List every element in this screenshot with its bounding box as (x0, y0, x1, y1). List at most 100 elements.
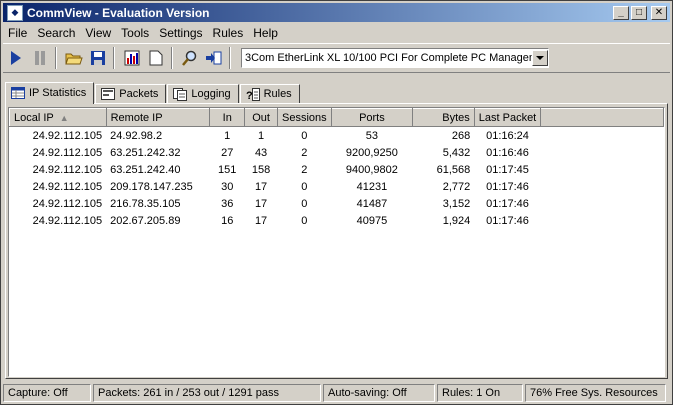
search-button[interactable] (179, 47, 201, 69)
column-header-remote-ip[interactable]: Remote IP (105, 108, 211, 127)
cell-remote-ip: 63.251.242.40 (110, 163, 181, 176)
rules-icon: ? (246, 87, 260, 101)
menu-bar: File Search View Tools Settings Rules He… (3, 23, 283, 42)
close-button[interactable]: ✕ (651, 5, 667, 20)
cell-local-ip: 24.92.112.105 (32, 197, 103, 210)
cell-sessions: 2 (301, 146, 308, 159)
status-packets: Packets: 261 in / 253 out / 1291 pass (93, 384, 321, 402)
adapter-select-value: 3Com EtherLink XL 10/100 PCI For Complet… (245, 52, 532, 64)
column-header-filler (540, 108, 664, 127)
cell-last-packet: 01:17:46 (486, 180, 529, 193)
maximize-button[interactable]: □ (631, 5, 647, 20)
minimize-button[interactable]: _ (613, 5, 629, 20)
export-button[interactable] (203, 47, 225, 69)
cell-bytes: 268 (451, 129, 471, 142)
cell-in: 16 (221, 214, 234, 227)
search-icon (182, 50, 197, 66)
menu-rules[interactable]: Rules (208, 26, 249, 40)
column-header-out[interactable]: Out (244, 108, 278, 127)
cell-local-ip: 24.92.112.105 (32, 146, 103, 159)
cell-remote-ip: 216.78.35.105 (110, 197, 181, 210)
menu-tools[interactable]: Tools (116, 26, 154, 40)
svg-text:?: ? (246, 90, 253, 101)
column-header-local-ip[interactable]: Local IP ▲ (9, 108, 107, 127)
menu-search[interactable]: Search (32, 26, 80, 40)
adapter-dropdown-button[interactable] (532, 50, 548, 66)
app-icon[interactable]: ◆ (7, 4, 23, 21)
status-capture: Capture: Off (3, 384, 91, 402)
cell-last-packet: 01:16:24 (486, 129, 529, 142)
cell-local-ip: 24.92.112.105 (32, 180, 103, 193)
new-window-button[interactable] (145, 47, 167, 69)
cell-in: 36 (221, 197, 234, 210)
open-button[interactable] (63, 47, 85, 69)
column-header-sessions[interactable]: Sessions (277, 108, 332, 127)
cell-out: 17 (254, 214, 268, 227)
column-header-bytes[interactable]: Bytes (412, 108, 475, 127)
cell-bytes: 61,568 (436, 163, 471, 176)
cell-ports: 53 (365, 129, 379, 142)
toolbar-separator (55, 47, 57, 69)
status-rules: Rules: 1 On (437, 384, 523, 402)
tab-packets[interactable]: Packets (95, 84, 167, 103)
cell-bytes: 3,152 (442, 197, 471, 210)
start-capture-icon (11, 51, 21, 65)
toolbar-separator (229, 47, 231, 69)
column-header-ports[interactable]: Ports (330, 108, 414, 127)
close-icon: ✕ (654, 7, 664, 18)
open-icon (65, 53, 83, 65)
adapter-select[interactable]: 3Com EtherLink XL 10/100 PCI For Complet… (241, 48, 549, 68)
cell-in: 27 (221, 146, 234, 159)
toolbar: 3Com EtherLink XL 10/100 PCI For Complet… (3, 43, 670, 73)
table-row[interactable]: 24.92.112.105 216.78.35.105 36 17 0 4148… (10, 195, 664, 212)
cell-sessions: 0 (301, 197, 308, 210)
cell-remote-ip: 209.178.147.235 (110, 180, 193, 193)
save-icon (91, 51, 105, 65)
title-bar[interactable]: ◆ CommView - Evaluation Version _ □ ✕ (3, 3, 670, 22)
pause-capture-button[interactable] (29, 47, 51, 69)
menu-help[interactable]: Help (248, 26, 283, 40)
cell-in: 1 (224, 129, 231, 142)
statistics-button[interactable] (121, 47, 143, 69)
menu-settings[interactable]: Settings (154, 26, 207, 40)
export-icon (206, 51, 222, 65)
table-row[interactable]: 24.92.112.105 24.92.98.2 1 1 0 53 268 01… (10, 127, 664, 145)
table-row[interactable]: 24.92.112.105 202.67.205.89 16 17 0 4097… (10, 212, 664, 229)
cell-last-packet: 01:16:46 (486, 146, 529, 159)
table-row[interactable]: 24.92.112.105 63.251.242.40 151 158 2 94… (10, 161, 664, 178)
table-row[interactable]: 24.92.112.105 63.251.242.32 27 43 2 9200… (10, 144, 664, 161)
table-row[interactable]: 24.92.112.105 209.178.147.235 30 17 0 41… (10, 178, 664, 195)
column-header-in[interactable]: In (209, 108, 246, 127)
cell-in: 30 (221, 180, 234, 193)
cell-last-packet: 01:17:45 (486, 163, 529, 176)
tab-label: Packets (119, 88, 159, 100)
save-button[interactable] (87, 47, 109, 69)
tab-rules[interactable]: ? Rules (239, 84, 300, 103)
menu-file[interactable]: File (3, 26, 32, 40)
ip-statistics-icon (11, 86, 25, 99)
start-capture-button[interactable] (5, 47, 27, 69)
status-bar: Capture: Off Packets: 261 in / 253 out /… (3, 384, 670, 403)
main-window: ◆ CommView - Evaluation Version _ □ ✕ Fi… (0, 0, 673, 405)
cell-ports: 9400,9802 (345, 163, 398, 176)
pause-capture-icon (35, 51, 45, 65)
cell-local-ip: 24.92.112.105 (32, 214, 103, 227)
tab-label: IP Statistics (29, 86, 87, 99)
status-resources: 76% Free Sys. Resources (525, 384, 666, 402)
new-window-icon (149, 50, 163, 66)
cell-ports: 41487 (356, 197, 388, 210)
minimize-icon: _ (618, 7, 624, 18)
cell-remote-ip: 202.67.205.89 (110, 214, 181, 227)
cell-ports: 40975 (356, 214, 388, 227)
ip-statistics-table: Local IP ▲ Remote IP In Out Sessions Port… (9, 108, 664, 229)
packets-icon (101, 88, 116, 100)
ip-statistics-list[interactable]: Local IP ▲ Remote IP In Out Sessions Port… (8, 107, 665, 377)
tab-strip: IP Statistics Packets Logging ? Rules (5, 81, 301, 104)
column-header-last-packet[interactable]: Last Packet (473, 108, 542, 127)
cell-ports: 9200,9250 (345, 146, 398, 159)
tab-logging[interactable]: Logging (167, 84, 239, 103)
cell-sessions: 0 (301, 214, 308, 227)
menu-view[interactable]: View (80, 26, 116, 40)
cell-sessions: 0 (301, 129, 308, 142)
tab-ip-statistics[interactable]: IP Statistics (5, 82, 95, 104)
